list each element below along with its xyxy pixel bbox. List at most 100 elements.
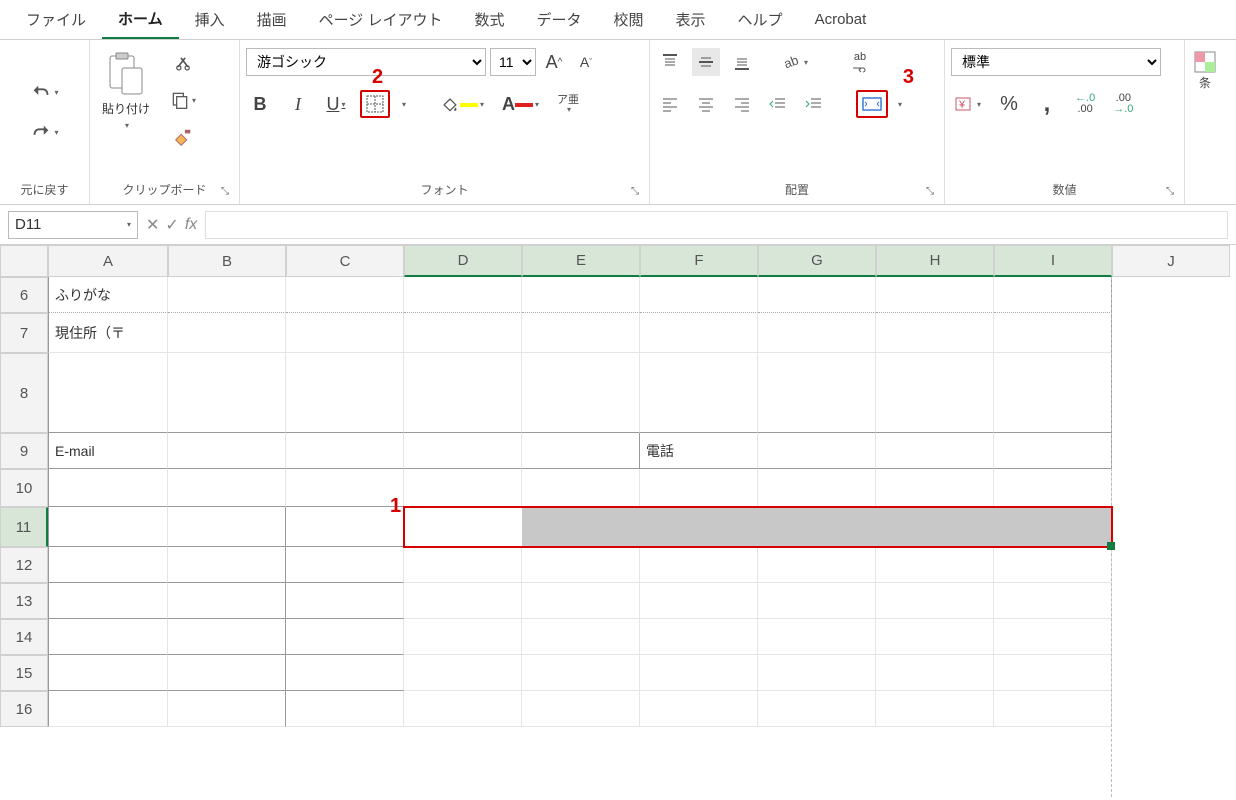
cell-G12[interactable] [758, 547, 876, 583]
cell-B13[interactable] [168, 583, 286, 619]
italic-button[interactable]: I [284, 90, 312, 118]
cell-J13[interactable] [1112, 583, 1230, 619]
cell-B15[interactable] [168, 655, 286, 691]
bold-button[interactable]: B [246, 90, 274, 118]
cell-I13[interactable] [994, 583, 1112, 619]
cell-F9[interactable]: 電話 [640, 433, 758, 469]
align-top-button[interactable] [656, 48, 684, 76]
cell-D14[interactable] [404, 619, 522, 655]
cell-E6[interactable] [522, 277, 640, 313]
cell-B16[interactable] [168, 691, 286, 727]
increase-font-button[interactable]: A^ [540, 48, 568, 76]
cell-F14[interactable] [640, 619, 758, 655]
merge-center-button[interactable] [856, 90, 888, 118]
col-header-G[interactable]: G [758, 245, 876, 277]
cell-B7[interactable] [168, 313, 286, 353]
cell-H15[interactable] [876, 655, 994, 691]
phonetic-button[interactable]: ア亜 ▾ [553, 90, 583, 118]
cell-F7[interactable] [640, 313, 758, 353]
cell-I8[interactable] [994, 353, 1112, 433]
cell-C9[interactable] [286, 433, 404, 469]
cell-A15[interactable] [48, 655, 168, 691]
menu-pagelayout[interactable]: ページ レイアウト [303, 1, 459, 38]
font-launcher-icon[interactable]: ⤡ [631, 186, 645, 200]
cell-D10[interactable] [404, 469, 522, 507]
cell-D9[interactable] [404, 433, 522, 469]
col-header-A[interactable]: A [48, 245, 168, 277]
cell-F11[interactable] [640, 507, 758, 547]
cell-C8[interactable] [286, 353, 404, 433]
cell-G10[interactable] [758, 469, 876, 507]
cell-F16[interactable] [640, 691, 758, 727]
cell-H13[interactable] [876, 583, 994, 619]
cell-G8[interactable] [758, 353, 876, 433]
cell-F8[interactable] [640, 353, 758, 433]
cell-B11[interactable] [168, 507, 286, 547]
cell-E16[interactable] [522, 691, 640, 727]
cell-C10[interactable] [286, 469, 404, 507]
decrease-font-button[interactable]: Aˇ [572, 48, 600, 76]
clipboard-launcher-icon[interactable]: ⤡ [221, 186, 235, 200]
menu-draw[interactable]: 描画 [241, 1, 303, 38]
col-header-I[interactable]: I [994, 245, 1112, 277]
cell-C13[interactable] [286, 583, 404, 619]
cell-J9[interactable] [1112, 433, 1230, 469]
row-header-6[interactable]: 6 [0, 277, 48, 313]
col-header-E[interactable]: E [522, 245, 640, 277]
cell-I11[interactable] [994, 507, 1112, 547]
cell-E11[interactable] [522, 507, 640, 547]
cell-I16[interactable] [994, 691, 1112, 727]
row-header-15[interactable]: 15 [0, 655, 48, 691]
fill-color-button[interactable]: ▾ [436, 90, 488, 118]
increase-indent-button[interactable] [800, 90, 828, 118]
underline-button[interactable]: U▾ [322, 90, 350, 118]
cell-H6[interactable] [876, 277, 994, 313]
font-color-button[interactable]: A ▾ [498, 90, 543, 118]
cell-G6[interactable] [758, 277, 876, 313]
cell-I7[interactable] [994, 313, 1112, 353]
cell-F13[interactable] [640, 583, 758, 619]
cell-G11[interactable] [758, 507, 876, 547]
cell-E9[interactable] [522, 433, 640, 469]
menu-view[interactable]: 表示 [660, 1, 722, 38]
cell-E12[interactable] [522, 547, 640, 583]
cell-A7[interactable]: 現住所（〒 - ） [48, 313, 168, 353]
cell-A6[interactable]: ふりがな [48, 277, 168, 313]
cell-I10[interactable] [994, 469, 1112, 507]
cell-F10[interactable] [640, 469, 758, 507]
undo-button[interactable]: ▾ [26, 79, 62, 107]
cell-I15[interactable] [994, 655, 1112, 691]
cell-I14[interactable] [994, 619, 1112, 655]
row-header-13[interactable]: 13 [0, 583, 48, 619]
col-header-D[interactable]: D [404, 245, 522, 277]
cell-J11[interactable] [1112, 507, 1230, 547]
increase-decimal-button[interactable]: ←.0.00 [1071, 90, 1099, 118]
cell-E7[interactable] [522, 313, 640, 353]
cut-button[interactable] [169, 48, 197, 76]
menu-acrobat[interactable]: Acrobat [799, 3, 883, 36]
row-header-16[interactable]: 16 [0, 691, 48, 727]
cell-D11[interactable] [404, 507, 522, 547]
cell-B6[interactable] [168, 277, 286, 313]
col-header-F[interactable]: F [640, 245, 758, 277]
col-header-J[interactable]: J [1112, 245, 1230, 277]
cell-H14[interactable] [876, 619, 994, 655]
cancel-formula-icon[interactable]: ✕ [146, 215, 159, 235]
cell-A16[interactable] [48, 691, 168, 727]
wrap-text-button[interactable]: ab [846, 48, 874, 76]
percent-button[interactable]: % [995, 90, 1023, 118]
cell-A11[interactable] [48, 507, 168, 547]
col-header-H[interactable]: H [876, 245, 994, 277]
borders-button[interactable] [360, 90, 390, 118]
cell-D7[interactable] [404, 313, 522, 353]
align-middle-button[interactable] [692, 48, 720, 76]
comma-button[interactable]: , [1033, 90, 1061, 118]
align-right-button[interactable] [728, 90, 756, 118]
cell-D6[interactable] [404, 277, 522, 313]
cell-H9[interactable] [876, 433, 994, 469]
row-header-14[interactable]: 14 [0, 619, 48, 655]
number-format-select[interactable]: 標準 [951, 48, 1161, 76]
cell-G7[interactable] [758, 313, 876, 353]
menu-data[interactable]: データ [521, 1, 598, 38]
cell-C15[interactable] [286, 655, 404, 691]
